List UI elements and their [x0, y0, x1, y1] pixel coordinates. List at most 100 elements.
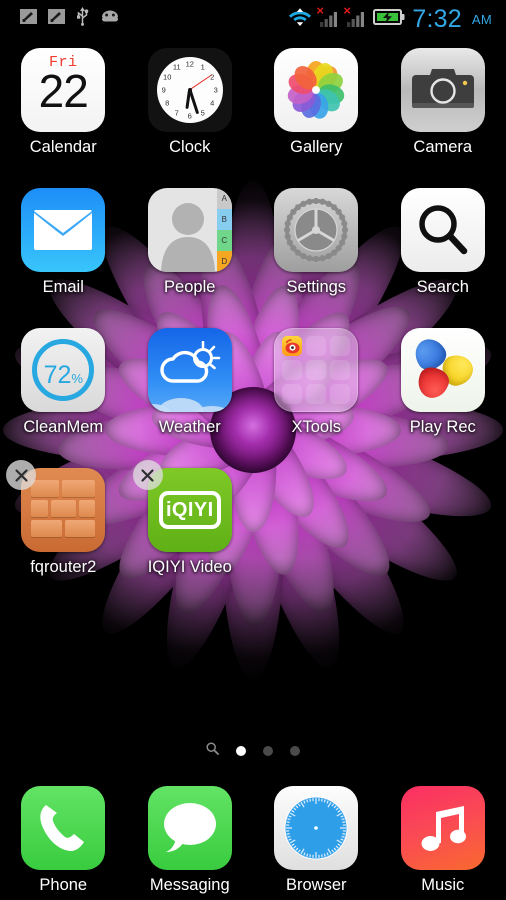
clock-hour-hand: [185, 89, 192, 110]
dock: Phone Messaging Browser Music: [0, 786, 506, 894]
app-label: Play Rec: [409, 418, 476, 436]
folder-slot: [282, 384, 303, 404]
dock-item-phone[interactable]: Phone: [0, 786, 127, 894]
camera-icon[interactable]: [400, 48, 485, 132]
clock-numeral: 4: [210, 98, 215, 108]
remove-app-button[interactable]: [6, 460, 36, 490]
contact-tab: B: [216, 209, 232, 230]
app-icon-play-rec[interactable]: Play Rec: [380, 328, 506, 468]
cleanmem-icon[interactable]: 72%: [21, 328, 106, 412]
app-icon-fqrouter2[interactable]: fqrouter2: [0, 460, 127, 608]
iqiyi-logo-frame: iQIYI: [158, 491, 221, 529]
dock-label: Browser: [285, 876, 347, 894]
clock-numeral: 8: [165, 98, 170, 108]
settings-icon[interactable]: [274, 188, 359, 272]
clock-icon[interactable]: 1 2 3 4 5 6 7 8 9 10 11 12: [147, 48, 232, 132]
gallery-icon[interactable]: [274, 48, 359, 132]
android-debug-icon: [100, 9, 120, 29]
search-icon[interactable]: [400, 188, 485, 272]
sun-cloud-glyph: [160, 341, 221, 383]
signal-error-mark: ×: [316, 3, 325, 18]
people-icon[interactable]: A B C D: [147, 188, 232, 272]
folder-slot: [282, 360, 303, 380]
folder-slot: [306, 360, 327, 380]
app-label: Gallery: [290, 138, 343, 156]
signal-error-mark: ×: [343, 3, 352, 18]
folder-icon[interactable]: [274, 328, 359, 412]
grid-row: fqrouter2 iQIYI IQIYI Video: [0, 460, 506, 608]
signal-bars-icon: ×: [316, 4, 339, 29]
page-dot-3[interactable]: [290, 746, 300, 756]
close-icon: [141, 468, 154, 482]
beamed-note-glyph: [421, 806, 466, 851]
music-note-icon[interactable]: [400, 786, 485, 870]
memory-percent-value: 72: [43, 361, 72, 389]
app-icon-clock[interactable]: 1 2 3 4 5 6 7 8 9 10 11 12 Clock: [127, 48, 254, 188]
clock-numeral: 3: [213, 85, 218, 95]
app-icon-calendar[interactable]: Fri 22 Calendar: [0, 48, 127, 188]
page-indicator: [0, 742, 506, 760]
play-rec-icon[interactable]: [400, 328, 485, 412]
clock-numeral: 10: [163, 72, 172, 82]
app-label: Settings: [286, 278, 347, 296]
close-icon: [14, 468, 28, 482]
folder-slot: [330, 360, 351, 380]
clock-numeral: 2: [210, 72, 215, 82]
app-icon-weather[interactable]: Weather: [127, 328, 254, 468]
clock-numeral: 9: [161, 85, 166, 95]
page-dot-1[interactable]: [236, 746, 246, 756]
search-icon[interactable]: [206, 742, 219, 760]
app-label: fqrouter2: [30, 558, 97, 576]
app-icon-iqiyi-video[interactable]: iQIYI IQIYI Video: [127, 460, 254, 608]
dock-item-browser[interactable]: Browser: [253, 786, 380, 894]
folder-slot: [306, 336, 327, 356]
calendar-day-number: 22: [38, 65, 89, 117]
status-bar[interactable]: × × 7:32 AM: [0, 0, 506, 38]
app-icon-camera[interactable]: Camera: [380, 48, 506, 188]
clock-numeral: 7: [174, 108, 179, 118]
photos-flower-glyph: [287, 61, 345, 119]
folder-icon-xtools[interactable]: XTools: [253, 328, 380, 468]
gear-glyph: [284, 198, 349, 262]
contact-index-tabs: A B C D: [216, 188, 232, 272]
folder-slot: [330, 336, 351, 356]
folder-slot: [306, 384, 327, 404]
clock-numeral: 12: [185, 59, 194, 69]
app-icon-cleanmem[interactable]: 72% CleanMem: [0, 328, 127, 468]
email-icon[interactable]: [21, 188, 106, 272]
wifi-icon: [288, 7, 312, 32]
iqiyi-wordmark: iQIYI: [165, 499, 214, 521]
app-icon-settings[interactable]: Settings: [253, 188, 380, 328]
app-label: Email: [42, 278, 84, 296]
remove-app-button[interactable]: [132, 460, 163, 490]
home-screen-grid: Fri 22 Calendar 1 2 3 4 5 6 7 8 9 10 11 12 Clock: [0, 48, 506, 608]
dock-label: Messaging: [149, 876, 230, 894]
message-bubble-icon[interactable]: [147, 786, 232, 870]
app-label: Weather: [158, 418, 221, 436]
clock-numeral: 5: [200, 108, 205, 118]
weather-cloud-band: [147, 390, 232, 412]
calendar-icon[interactable]: Fri 22: [21, 48, 106, 132]
phone-icon[interactable]: [21, 786, 106, 870]
page-dot-2[interactable]: [263, 746, 273, 756]
grid-empty-slot: [253, 468, 380, 608]
safari-compass-glyph: [284, 796, 348, 860]
status-bar-left-icons: [8, 7, 120, 31]
grid-row: Fri 22 Calendar 1 2 3 4 5 6 7 8 9 10 11 12 Clock: [0, 48, 506, 188]
app-icon-email[interactable]: Email: [0, 188, 127, 328]
speech-bubble-glyph: [163, 803, 216, 852]
clock-center-pin: [187, 88, 192, 92]
battery-charging-icon: [373, 8, 405, 31]
camera-glyph: [411, 69, 474, 108]
usb-icon: [76, 7, 89, 31]
weibo-icon: [282, 336, 303, 356]
dock-item-music[interactable]: Music: [380, 786, 506, 894]
envelope-glyph: [34, 210, 93, 250]
compass-icon[interactable]: [274, 786, 359, 870]
weather-icon[interactable]: [147, 328, 232, 412]
app-icon-search[interactable]: Search: [380, 188, 506, 328]
app-icon-people[interactable]: A B C D People: [127, 188, 254, 328]
clock-second-hand: [189, 74, 213, 91]
dock-item-messaging[interactable]: Messaging: [127, 786, 254, 894]
app-icon-gallery[interactable]: Gallery: [253, 48, 380, 188]
